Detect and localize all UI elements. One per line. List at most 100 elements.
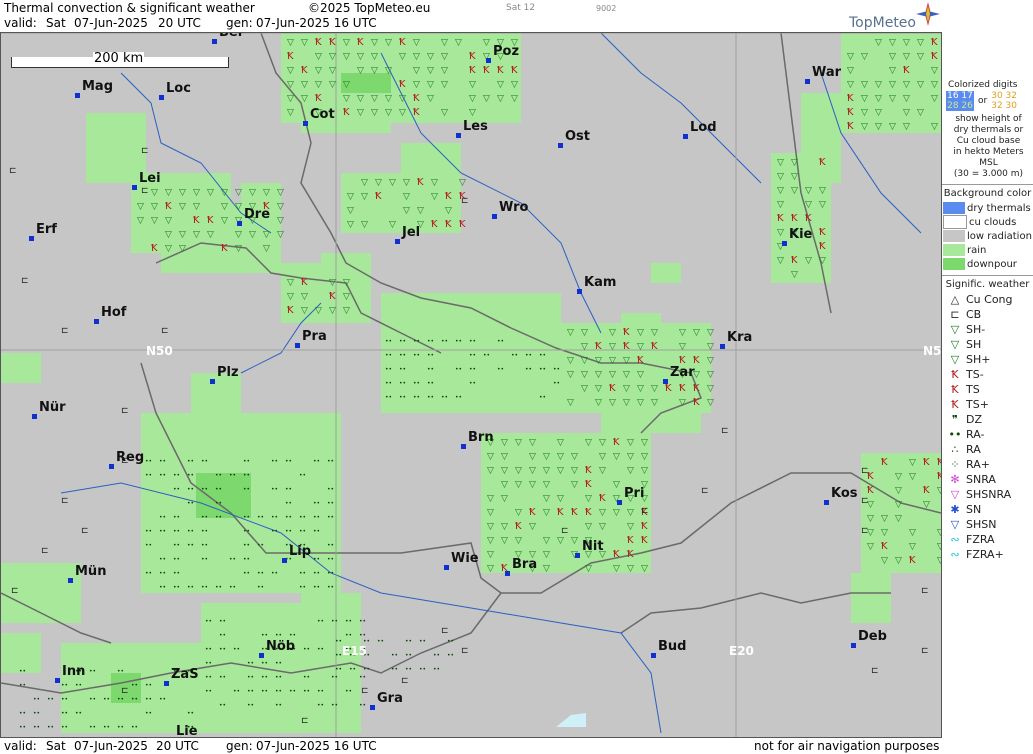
legend-bg-item: dry thermals (943, 201, 1033, 215)
gen-label: gen: (226, 16, 253, 30)
rain-icon: •• (131, 724, 138, 731)
city-label: Lod (690, 120, 717, 135)
rain-icon: •• (419, 638, 426, 645)
rain-icon: •• (427, 394, 434, 401)
city-marker (558, 143, 563, 148)
rain-icon: •• (33, 710, 40, 717)
shower-icon: ▽ (287, 38, 294, 48)
thunderstorm-icon: Ꝁ (469, 51, 476, 62)
weather-map[interactable]: ▽ Ꝁ ▽ ▽ ▽ ▽ ▽ Ꝁ ▽ ▽ Ꝁ ▽ ▽ ▽ Ꝁ ▽ Ꝁ ▽ ▽ ▽ ▽ ▽ ▽ ▽ Ꝁ Ꝁ ▽ ▽ ▽ ▽ ▽ ▽ ▽ ▽ ▽ ▽ ▽ ▽ ▽ Ꝁ… (0, 32, 942, 738)
shower-icon: ▽ (221, 202, 228, 212)
thunderstorm-icon: Ꝁ (413, 107, 420, 118)
shower-icon: ▽ (315, 52, 322, 62)
rain-icon: •• (201, 542, 208, 549)
footer-valid-time: 20 UTC (156, 739, 199, 753)
rain-icon: •• (469, 338, 476, 345)
rain-icon: •• (331, 618, 338, 625)
shower-icon: ▽ (455, 38, 462, 48)
cb-icon: ⊏ (81, 526, 89, 536)
rain-icon: •• (257, 584, 264, 591)
thunderstorm-icon: Ꝁ (665, 383, 672, 394)
thunderstorm-icon: Ꝁ (613, 437, 620, 448)
legend-desc-line: in hekto Meters (953, 147, 1024, 157)
shower-icon: ▽ (343, 38, 350, 48)
copyright: ©2025 TopMeteo.eu (308, 1, 431, 15)
thunderstorm-icon: Ꝁ (881, 541, 888, 552)
cb-icon: ⊏ (641, 506, 649, 516)
shower-icon: ▽ (543, 564, 550, 574)
snow-shower-icon: ▽ (950, 518, 960, 531)
legend-symbol-item: ⊏ CB (944, 307, 1033, 322)
legend-sig-title: Signific. weather (942, 275, 1033, 292)
legend-symbol-label: Cu Cong (966, 293, 1013, 306)
legend-bg-item: rain (943, 243, 1033, 257)
shower-icon: ▽ (585, 564, 592, 574)
rain-icon: •• (303, 646, 310, 653)
thunderstorm-icon: Ꝁ (595, 341, 602, 352)
shower-icon: ▽ (627, 522, 634, 532)
thunderstorm-icon: Ꝁ (301, 65, 308, 76)
valid-day: Sat (46, 16, 66, 30)
shower-icon: ▽ (403, 178, 410, 188)
rain-icon: •• (159, 584, 166, 591)
cb-icon: ⊏ (441, 626, 449, 636)
legend-color-swatch (943, 244, 965, 256)
rain-icon: •• (187, 528, 194, 535)
rain-icon: •• (187, 500, 194, 507)
rain-icon: •• (313, 458, 320, 465)
shower-icon: ▽ (889, 52, 896, 62)
shower-icon: ▽ (361, 192, 368, 202)
shower-icon: ▽ (903, 38, 910, 48)
shower-icon: ▽ (847, 80, 854, 90)
rain-icon: •• (427, 366, 434, 373)
rain-icon: •• (61, 682, 68, 689)
city-marker (617, 500, 622, 505)
shower-icon: ▽ (441, 52, 448, 62)
shower-icon: ▽ (627, 508, 634, 518)
shower-icon: ▽ (937, 556, 941, 566)
shower-icon: ▽ (399, 52, 406, 62)
cb-icon: ⊏ (921, 646, 929, 656)
shower-icon: ▽ (923, 500, 930, 510)
shower-icon: ▽ (805, 256, 812, 266)
rain-icon: •• (317, 688, 324, 695)
shower-icon: ▽ (315, 66, 322, 76)
city-label: Les (463, 119, 488, 134)
city-marker (164, 681, 169, 686)
shower-icon: ▽ (595, 370, 602, 380)
shower-icon: ▽ (403, 192, 410, 202)
rain-icon: •• (47, 724, 54, 731)
thunderstorm-icon: Ꝁ (791, 255, 798, 266)
shower-icon: ▽ (581, 370, 588, 380)
rain-icon: •• (413, 352, 420, 359)
rain-icon: •• (215, 584, 222, 591)
rain-icon: •• (19, 710, 26, 717)
shower-icon: ▽ (599, 438, 606, 448)
rain-icon: •• (359, 618, 366, 625)
shower-icon: ▽ (529, 466, 536, 476)
city-marker (782, 241, 787, 246)
shower-icon: ▽ (385, 38, 392, 48)
shower-icon: ▽ (235, 244, 242, 254)
shower-icon: ▽ (791, 186, 798, 196)
cb-icon: ⊏ (11, 586, 19, 596)
legend-symbol-item: ▽ SH (944, 337, 1033, 352)
thunderstorm-icon: Ꝁ (937, 471, 941, 482)
shower-icon: ▽ (581, 342, 588, 352)
rain-icon: •• (233, 646, 240, 653)
rain-icon: •• (275, 702, 282, 709)
shower-icon: ▽ (571, 480, 578, 490)
city-marker (395, 239, 400, 244)
shower-icon: ▽ (707, 356, 714, 366)
rain-icon: •• (433, 652, 440, 659)
thunderstorm-icon: Ꝁ (585, 465, 592, 476)
city-marker (29, 236, 34, 241)
legend-symbol-label: SHSNRA (966, 488, 1012, 501)
shower-icon: ▽ (487, 466, 494, 476)
thunderstorm-icon: Ꝁ (315, 37, 322, 48)
shower-icon: ▽ (361, 220, 368, 230)
rain-icon: •• (303, 688, 310, 695)
legend-symbol-label: DZ (966, 413, 983, 426)
shower-icon: ▽ (165, 216, 172, 226)
shower-icon: ▽ (515, 536, 522, 546)
